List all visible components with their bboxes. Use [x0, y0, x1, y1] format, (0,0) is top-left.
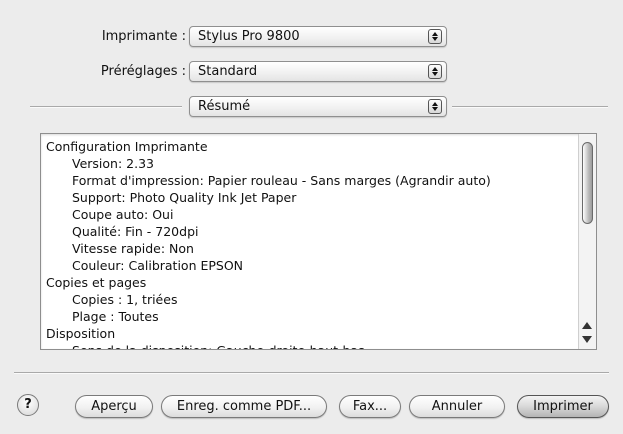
- summary-row: Coupe auto: Oui: [72, 207, 174, 222]
- preview-button[interactable]: Aperçu: [75, 395, 153, 418]
- help-button[interactable]: ?: [17, 394, 39, 416]
- summary-rows: Configuration Imprimante Version: 2.33 For…: [46, 138, 574, 349]
- summary-row: Format d'impression: Papier rouleau - Sa…: [72, 173, 491, 188]
- presets-value: Standard: [198, 64, 258, 79]
- summary-row: Disposition: [46, 326, 116, 341]
- popup-arrows-icon: [428, 29, 442, 44]
- bottom-separator: [14, 372, 609, 374]
- popup-arrows-icon: [428, 99, 442, 114]
- presets-popup[interactable]: Standard: [189, 61, 447, 82]
- summary-row: Vitesse rapide: Non: [72, 241, 194, 256]
- summary-list[interactable]: Configuration Imprimante Version: 2.33 For…: [40, 133, 597, 350]
- printer-value: Stylus Pro 9800: [198, 29, 300, 44]
- summary-row: Qualité: Fin - 720dpi: [72, 224, 199, 239]
- fax-button[interactable]: Fax...: [339, 395, 401, 418]
- printer-label: Imprimante :: [101, 29, 186, 44]
- panel-value: Résumé: [198, 99, 251, 114]
- cancel-button[interactable]: Annuler: [409, 395, 505, 418]
- vertical-scrollbar[interactable]: [578, 134, 596, 349]
- scroll-thumb[interactable]: [582, 142, 593, 224]
- panel-popup[interactable]: Résumé: [189, 96, 447, 117]
- scroll-down-arrow-icon[interactable]: [582, 336, 592, 343]
- scroll-up-arrow-icon[interactable]: [582, 322, 592, 329]
- print-button[interactable]: Imprimer: [517, 395, 609, 418]
- summary-row: Sens de la disposition: Gauche-droite-ha…: [46, 342, 574, 349]
- summary-row: Couleur: Calibration EPSON: [72, 258, 244, 273]
- summary-row: Version: 2.33: [72, 156, 154, 171]
- summary-row: Support: Photo Quality Ink Jet Paper: [72, 190, 297, 205]
- summary-row: Copies et pages: [46, 275, 147, 290]
- printer-popup[interactable]: Stylus Pro 9800: [189, 26, 447, 47]
- separator-right: [452, 106, 608, 108]
- presets-label: Préréglages :: [100, 64, 186, 79]
- summary-row: Plage : Toutes: [72, 309, 159, 324]
- summary-row: Configuration Imprimante: [46, 139, 208, 154]
- popup-arrows-icon: [428, 64, 442, 79]
- save-as-pdf-button[interactable]: Enreg. comme PDF...: [161, 395, 327, 418]
- separator-left: [30, 106, 182, 108]
- summary-row: Copies : 1, triées: [72, 292, 178, 307]
